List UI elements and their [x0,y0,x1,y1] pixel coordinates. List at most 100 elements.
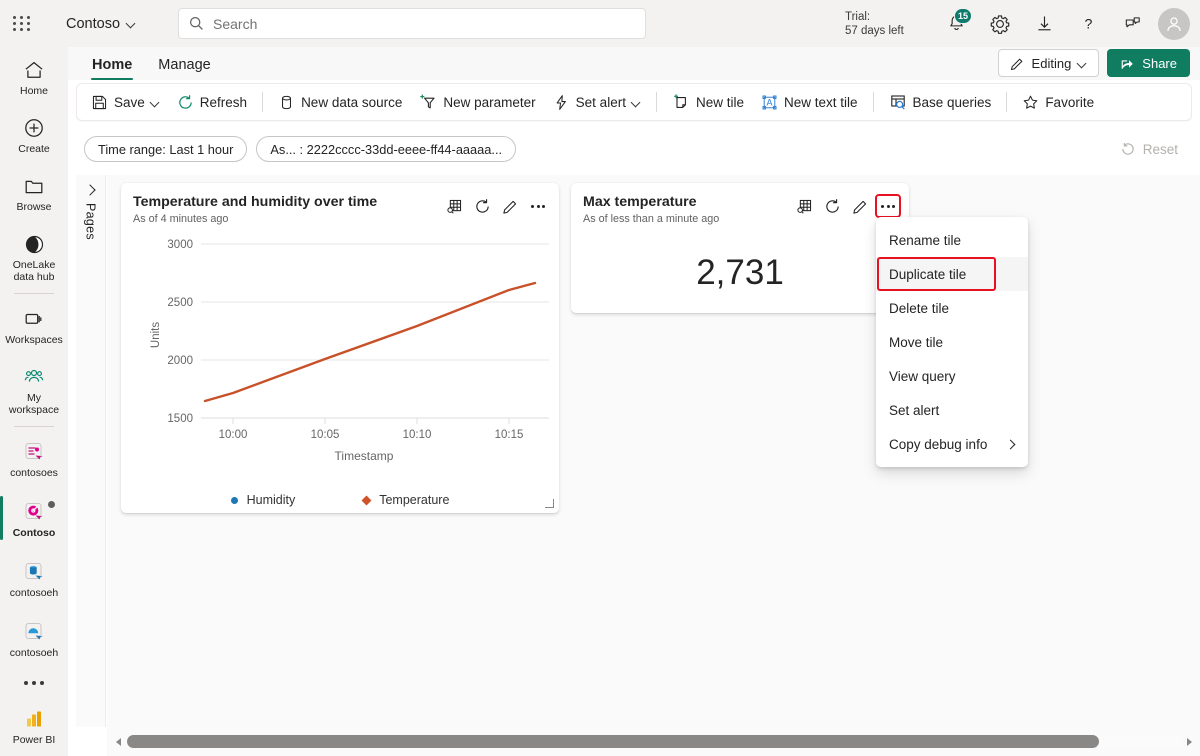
new-parameter-button[interactable]: New parameter [411,88,543,116]
chevron-right-icon[interactable] [85,184,96,195]
search-input[interactable]: Search [178,8,646,39]
editing-mode-button[interactable]: Editing [997,49,1100,77]
legend-label: Temperature [379,493,450,507]
menu-item-duplicate-tile[interactable]: Duplicate tile [876,257,1028,291]
command-bar: Save Refresh New data source New paramet… [76,83,1192,121]
sidebar-item-home[interactable]: Home [0,51,68,101]
search-icon [189,16,203,30]
refresh-icon[interactable] [819,194,845,218]
brand-label: Contoso [66,15,121,32]
set-alert-button[interactable]: Set alert [545,89,649,116]
gear-icon [990,14,1010,34]
new-text-tile-button[interactable]: A New text tile [753,89,866,116]
person-icon [1167,16,1181,31]
more-options-icon[interactable] [525,194,551,218]
reset-filters-button[interactable]: Reset [1120,141,1178,157]
menu-item-delete-tile[interactable]: Delete tile [876,291,1028,325]
filter-plus-icon [420,94,435,109]
new-data-source-button[interactable]: New data source [270,89,410,116]
feedback-button[interactable] [1110,4,1154,44]
new-tile-button[interactable]: New tile [664,88,752,116]
help-button[interactable]: ? [1066,4,1110,44]
scrollbar-track[interactable] [125,735,1182,748]
favorite-label: Favorite [1045,94,1095,110]
base-queries-label: Base queries [912,94,992,110]
share-button[interactable]: Share [1107,49,1190,77]
svg-text:3000: 3000 [167,239,193,251]
more-options-icon[interactable] [875,194,901,218]
chevron-down-icon [632,98,641,107]
refresh-icon[interactable] [469,194,495,218]
legend-item-humidity[interactable]: Humidity [230,493,296,507]
database-item-icon [22,559,46,585]
scroll-left-icon[interactable] [111,737,125,746]
refresh-button[interactable]: Refresh [169,89,255,116]
time-range-label: Time range: Last 1 hour [98,141,234,157]
refresh-icon [179,94,192,109]
canvas-horizontal-scrollbar[interactable] [107,727,1200,756]
edit-pencil-icon[interactable] [497,194,523,218]
favorite-button[interactable]: Favorite [1014,89,1102,116]
sidebar-item-contosoeh-db[interactable]: contosoeh [0,553,68,603]
time-range-filter-pill[interactable]: Time range: Last 1 hour [84,136,248,162]
folder-icon [23,173,45,199]
eventstream-item-icon [22,439,46,465]
save-button[interactable]: Save [83,89,168,116]
star-icon [1024,95,1038,109]
asset-filter-pill[interactable]: As... : 2222cccc-33dd-eeee-ff44-aaaaa... [256,136,517,162]
sidebar-item-workspaces[interactable]: Workspaces [0,300,68,350]
dashboard-canvas: Pages Temperature and humidity over time… [76,175,1200,756]
tab-manage[interactable]: Manage [145,53,223,80]
legend-item-temperature[interactable]: Temperature [361,493,450,507]
top-header: Contoso Search Trial: 57 days left 15 ? [0,0,1200,47]
pages-panel-collapsed[interactable]: Pages [76,175,106,727]
menu-item-set-alert[interactable]: Set alert [876,393,1028,427]
settings-button[interactable] [978,4,1022,44]
edit-pencil-icon [1010,58,1022,70]
filter-bar: Time range: Last 1 hour As... : 2222cccc… [76,130,1192,168]
command-divider [655,92,657,112]
scroll-right-icon[interactable] [1182,737,1196,746]
sidebar-item-contoso[interactable]: Contoso [0,493,68,543]
unsaved-changes-dot [48,501,55,508]
brand-workspace-switcher[interactable]: Contoso [66,16,136,32]
sidebar-item-onelake-data-hub[interactable]: OneLake data hub [0,225,68,287]
menu-item-label: Set alert [889,402,940,418]
sidebar-item-create[interactable]: Create [0,109,68,159]
sidebar-item-power-bi[interactable]: Power BI [0,700,68,750]
legend-label: Humidity [246,493,296,507]
notification-bell-button[interactable]: 15 [934,4,978,44]
tile-resize-handle[interactable] [545,499,554,508]
scrollbar-thumb[interactable] [127,735,1100,748]
explore-data-icon[interactable] [791,194,817,218]
menu-item-view-query[interactable]: View query [876,359,1028,393]
menu-item-copy-debug-info[interactable]: Copy debug info [876,427,1028,461]
sidebar-item-label: contosoeh [9,587,59,599]
help-icon: ? [1084,17,1092,33]
command-divider [262,92,264,112]
app-launcher-icon[interactable] [0,0,44,47]
legend-marker-diamond-icon [361,495,372,505]
base-queries-button[interactable]: Base queries [881,88,1000,116]
explore-data-icon[interactable] [441,194,467,218]
sidebar-item-contosoeh-lh[interactable]: contosoeh [0,613,68,663]
power-bi-entry[interactable]: Power BI [0,700,68,750]
sidebar-more-options[interactable] [0,671,68,695]
menu-item-rename-tile[interactable]: Rename tile [876,223,1028,257]
menu-item-move-tile[interactable]: Move tile [876,325,1028,359]
rail-divider [14,426,54,427]
sidebar-item-contosoes[interactable]: contosoes [0,433,68,483]
account-avatar[interactable] [1158,7,1190,40]
kpi-value: 2,731 [696,253,784,292]
save-icon [92,95,107,109]
sidebar-item-my-workspace[interactable]: My workspace [0,358,68,420]
tab-home[interactable]: Home [79,53,145,80]
download-button[interactable] [1022,4,1066,44]
command-divider [1006,92,1008,112]
sidebar-item-browse[interactable]: Browse [0,167,68,217]
svg-text:Timestamp: Timestamp [335,449,394,463]
tile-max-temperature[interactable]: Max temperature As of less than a minute… [571,183,909,313]
tile-temperature-humidity[interactable]: Temperature and humidity over time As of… [121,183,559,513]
edit-pencil-icon[interactable] [847,194,873,218]
chevron-down-icon [1078,59,1087,68]
